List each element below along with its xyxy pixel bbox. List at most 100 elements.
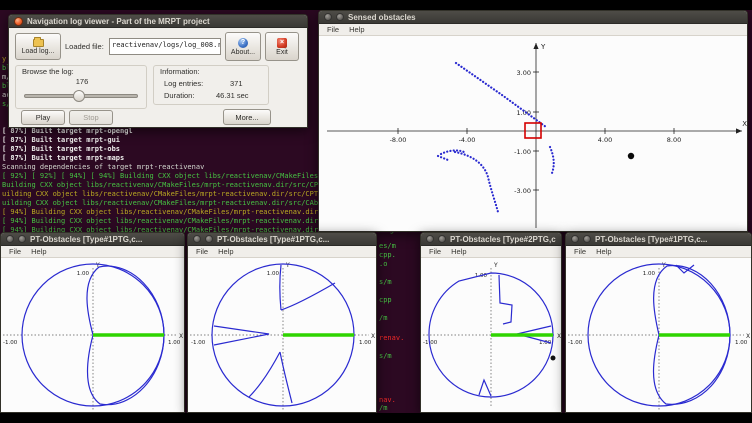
sensed-obstacles-plot: -8.00 -4.00 4.00 8.00 3.00 1.00 -1.00 -3… bbox=[319, 36, 747, 231]
minimize-button[interactable] bbox=[6, 235, 14, 243]
x-tick: 1.00 bbox=[735, 340, 748, 346]
titlebar[interactable]: PT-Obstacles [Type#1PTG,c... bbox=[566, 233, 751, 246]
robot-marker bbox=[525, 123, 541, 138]
x-axis-label: X bbox=[179, 333, 183, 340]
x-tick: 8.00 bbox=[667, 136, 681, 144]
power-icon bbox=[277, 38, 287, 48]
titlebar[interactable]: Sensed obstacles bbox=[319, 11, 747, 24]
slider-thumb[interactable] bbox=[73, 90, 85, 102]
titlebar[interactable]: PT-Obstacles [Type#1PTG,c... bbox=[188, 233, 376, 246]
y-tick: 1.00 bbox=[267, 271, 280, 277]
window-pt-obstacles-3: PT-Obstacles [Type#2PTG,c... File Help X… bbox=[420, 232, 562, 413]
window-title: PT-Obstacles [Type#1PTG,c... bbox=[30, 235, 179, 244]
maximize-button[interactable] bbox=[438, 235, 446, 243]
y-axis-label: Y bbox=[285, 262, 290, 269]
x-tick: -1.00 bbox=[423, 340, 438, 346]
target-point bbox=[628, 153, 634, 159]
window-pt-obstacles-1: PT-Obstacles [Type#1PTG,c... File Help X… bbox=[0, 232, 185, 413]
load-log-label: Load log... bbox=[22, 48, 55, 55]
information-frame: Information: Log entries: 371 Duration: … bbox=[153, 65, 269, 105]
menu-file[interactable]: File bbox=[4, 246, 26, 257]
x-tick: -1.00 bbox=[191, 340, 206, 346]
pt-obstacles-plot-4: X Y -1.00 1.00 1.00 bbox=[566, 258, 751, 412]
loaded-file-input[interactable]: reactivenav/logs/log_008.reactivenav bbox=[109, 38, 221, 55]
menu-help[interactable]: Help bbox=[591, 246, 616, 257]
exit-label: Exit bbox=[276, 49, 288, 56]
window-sensed-obstacles: Sensed obstacles File Help -8.00 -4.0 bbox=[318, 10, 748, 232]
maximize-button[interactable] bbox=[336, 13, 344, 21]
y-tick: -1.00 bbox=[514, 148, 531, 156]
more-button[interactable]: More... bbox=[223, 109, 271, 125]
x-tick: -1.00 bbox=[3, 340, 18, 346]
menubar: File Help bbox=[566, 246, 751, 258]
x-axis-label: X bbox=[742, 120, 747, 128]
minimize-button[interactable] bbox=[324, 13, 332, 21]
menu-help[interactable]: Help bbox=[446, 246, 471, 257]
minimize-button[interactable] bbox=[426, 235, 434, 243]
folder-open-icon bbox=[33, 39, 44, 47]
terminal-line: [ 87%] Built target mrpt-maps bbox=[2, 154, 124, 162]
titlebar[interactable]: Navigation log viewer - Part of the MRPT… bbox=[9, 15, 307, 28]
menu-file[interactable]: File bbox=[322, 24, 344, 35]
play-button[interactable]: Play bbox=[21, 110, 65, 125]
maximize-button[interactable] bbox=[583, 235, 591, 243]
x-axis-label: X bbox=[557, 333, 561, 340]
loaded-file-label: Loaded file: bbox=[65, 42, 104, 51]
window-navlog-viewer: Navigation log viewer - Part of the MRPT… bbox=[8, 14, 308, 128]
menu-help[interactable]: Help bbox=[213, 246, 238, 257]
terminal-line: [ 87%] Built target mrpt-gui bbox=[2, 136, 120, 144]
terminal-line: Scanning dependencies of target mrpt-rea… bbox=[2, 163, 204, 171]
window-pt-obstacles-4: PT-Obstacles [Type#1PTG,c... File Help X… bbox=[565, 232, 752, 413]
menubar: File Help bbox=[1, 246, 184, 258]
menubar: File Help bbox=[188, 246, 376, 258]
terminal-line: /m bbox=[379, 314, 387, 322]
window-title: Navigation log viewer - Part of the MRPT… bbox=[27, 17, 302, 26]
menu-help[interactable]: Help bbox=[26, 246, 51, 257]
log-entries-value: 371 bbox=[230, 79, 243, 88]
terminal-line: y bbox=[2, 55, 6, 63]
terminal-line: /m bbox=[379, 404, 387, 412]
menu-help[interactable]: Help bbox=[344, 24, 369, 35]
log-position-slider[interactable] bbox=[24, 94, 138, 98]
menu-file[interactable]: File bbox=[569, 246, 591, 257]
terminal-line: nav. bbox=[379, 396, 396, 404]
terminal-line: s/m bbox=[379, 352, 392, 360]
terminal-line: [ 87%] Built target mrpt-opengl bbox=[2, 127, 133, 135]
pt-obstacles-plot-2: X Y -1.00 1.00 1.00 bbox=[188, 258, 376, 412]
exit-button[interactable]: Exit bbox=[265, 32, 299, 61]
stop-button[interactable]: Stop bbox=[69, 110, 113, 125]
x-tick: -8.00 bbox=[390, 136, 407, 144]
minimize-button[interactable] bbox=[571, 235, 579, 243]
close-button[interactable] bbox=[14, 17, 23, 26]
log-entries-label: Log entries: bbox=[164, 79, 203, 88]
maximize-button[interactable] bbox=[18, 235, 26, 243]
x-axis-label: X bbox=[371, 333, 375, 340]
y-tick: -3.00 bbox=[514, 187, 531, 195]
y-tick: 1.00 bbox=[77, 271, 90, 277]
pt-obstacles-plot-1: X Y -1.00 1.00 1.00 bbox=[1, 258, 184, 412]
duration-value: 46.31 sec bbox=[216, 91, 249, 100]
about-label: About... bbox=[231, 49, 255, 56]
titlebar[interactable]: PT-Obstacles [Type#1PTG,c... bbox=[1, 233, 184, 246]
x-tick: 4.00 bbox=[598, 136, 612, 144]
window-title: PT-Obstacles [Type#1PTG,c... bbox=[217, 235, 371, 244]
maximize-button[interactable] bbox=[205, 235, 213, 243]
titlebar[interactable]: PT-Obstacles [Type#2PTG,c... bbox=[421, 233, 561, 246]
x-tick: 1.00 bbox=[359, 340, 372, 346]
menu-file[interactable]: File bbox=[424, 246, 446, 257]
x-axis-label: X bbox=[746, 333, 750, 340]
about-button[interactable]: About... bbox=[225, 32, 261, 61]
menubar: File Help bbox=[319, 24, 747, 36]
target-point bbox=[551, 356, 556, 361]
terminal-line: cpp. bbox=[379, 251, 396, 259]
x-tick: -1.00 bbox=[568, 340, 583, 346]
terminal-line: s/m bbox=[379, 278, 392, 286]
y-tick: 3.00 bbox=[517, 69, 531, 77]
minimize-button[interactable] bbox=[193, 235, 201, 243]
y-axis-label: Y bbox=[540, 43, 546, 51]
load-log-button[interactable]: Load log... bbox=[15, 33, 61, 60]
menu-file[interactable]: File bbox=[191, 246, 213, 257]
duration-label: Duration: bbox=[164, 91, 194, 100]
info-icon bbox=[238, 38, 248, 48]
terminal-line: .o bbox=[379, 260, 387, 268]
